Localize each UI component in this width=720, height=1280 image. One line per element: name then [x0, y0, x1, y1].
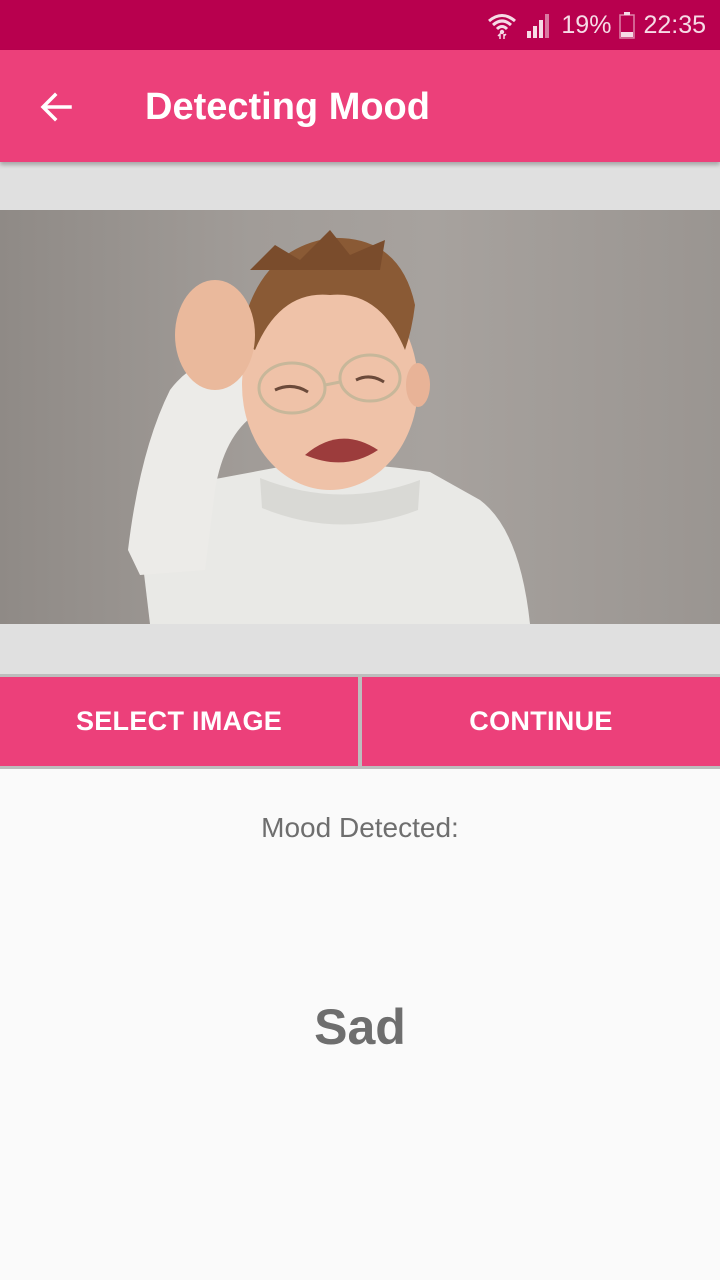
arrow-left-icon: [40, 92, 72, 122]
image-preview-area: [0, 162, 720, 674]
mood-result: Sad: [314, 999, 406, 1055]
signal-icon: [525, 11, 553, 39]
back-button[interactable]: [26, 80, 86, 134]
battery-icon: [619, 11, 636, 39]
page-title: Detecting Mood: [145, 86, 430, 128]
wifi-icon: [487, 10, 517, 40]
status-bar: 19% 22:35: [0, 0, 720, 50]
continue-button[interactable]: CONTINUE: [362, 677, 720, 766]
mood-detected-label: Mood Detected:: [261, 812, 459, 843]
select-image-button[interactable]: SELECT IMAGE: [0, 677, 358, 766]
selected-photo: [0, 210, 720, 624]
app-bar: Detecting Mood: [0, 50, 720, 162]
action-buttons: SELECT IMAGE CONTINUE: [0, 674, 720, 769]
battery-percent: 19%: [561, 10, 612, 39]
clock: 22:35: [643, 10, 706, 39]
